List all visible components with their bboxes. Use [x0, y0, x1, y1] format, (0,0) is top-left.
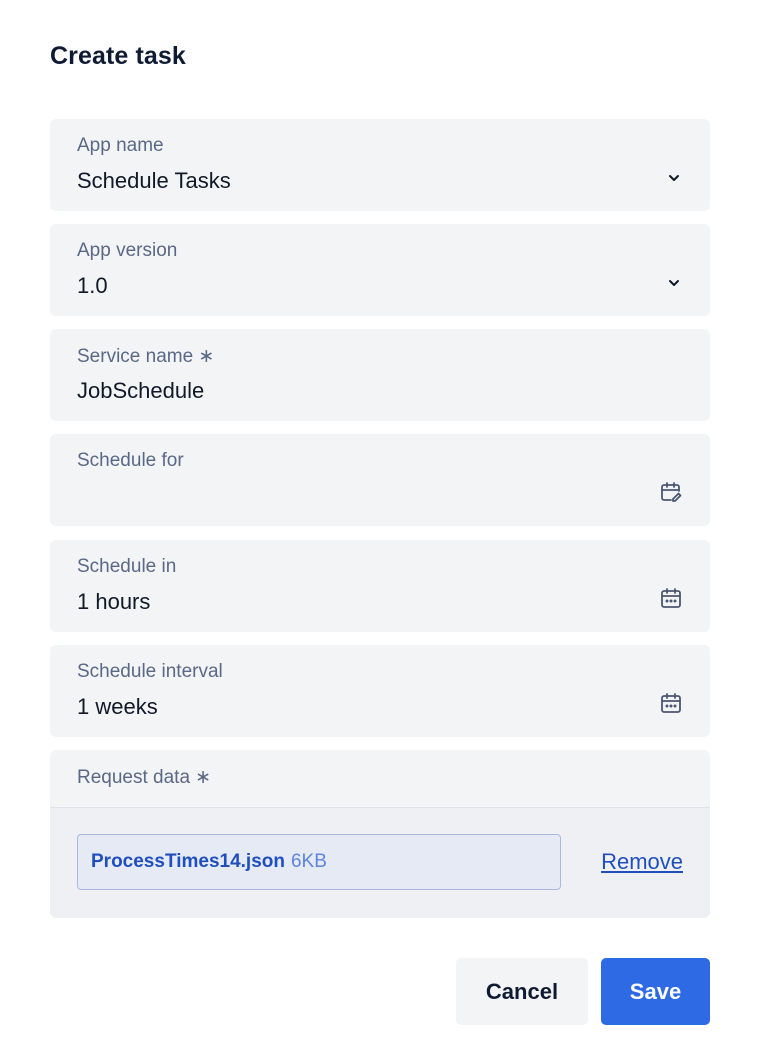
file-upload-area[interactable]: ProcessTimes14.json 6KB Remove — [50, 808, 710, 918]
save-button[interactable]: Save — [601, 958, 710, 1025]
schedule-in-label: Schedule in — [77, 556, 177, 577]
schedule-interval-field[interactable]: Schedule interval 1 weeks — [50, 645, 710, 737]
cancel-button[interactable]: Cancel — [456, 958, 588, 1025]
remove-file-link[interactable]: Remove — [601, 849, 683, 875]
chevron-down-icon[interactable] — [665, 274, 683, 292]
schedule-interval-label: Schedule interval — [77, 661, 223, 682]
request-data-field: Request data ∗ ProcessTimes14.json 6KB R… — [50, 750, 710, 918]
app-name-label: App name — [77, 135, 164, 156]
service-name-label: Service name ∗ — [77, 346, 215, 367]
schedule-in-field[interactable]: Schedule in 1 hours — [50, 540, 710, 632]
request-data-label: Request data ∗ — [77, 767, 212, 788]
schedule-for-label: Schedule for — [77, 450, 184, 471]
file-chip[interactable]: ProcessTimes14.json 6KB — [77, 834, 561, 890]
dialog-title: Create task — [50, 42, 186, 70]
calendar-icon[interactable] — [659, 586, 683, 610]
service-name-field[interactable]: Service name ∗ JobSchedule — [50, 329, 710, 421]
calendar-icon[interactable] — [659, 691, 683, 715]
app-name-select[interactable]: App name Schedule Tasks — [50, 119, 710, 211]
app-version-select[interactable]: App version 1.0 — [50, 224, 710, 316]
app-name-value: Schedule Tasks — [77, 168, 231, 193]
chevron-down-icon[interactable] — [665, 169, 683, 187]
calendar-edit-icon[interactable] — [659, 480, 683, 504]
file-name: ProcessTimes14.json — [91, 851, 285, 872]
service-name-value[interactable]: JobSchedule — [77, 378, 204, 404]
app-version-label: App version — [77, 240, 178, 261]
create-task-dialog: Create task App name Schedule Tasks App … — [0, 0, 759, 1060]
schedule-for-field[interactable]: Schedule for — [50, 434, 710, 526]
file-size: 6KB — [290, 851, 327, 872]
app-version-value: 1.0 — [77, 273, 108, 298]
schedule-interval-value[interactable]: 1 weeks — [77, 694, 158, 720]
schedule-in-value[interactable]: 1 hours — [77, 589, 150, 615]
